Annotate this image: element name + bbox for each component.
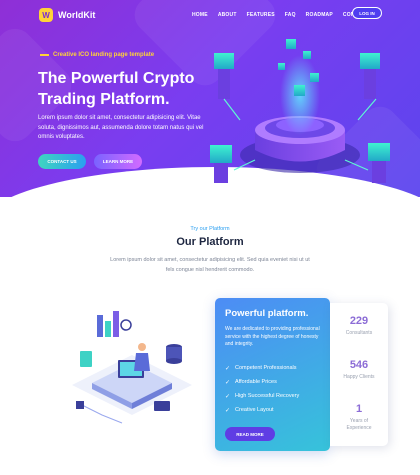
nav-item-features[interactable]: FEATURES (247, 12, 275, 18)
feature-list: ✓ Competent Professionals ✓ Affordable Pri… (225, 361, 299, 417)
top-navbar: W WorldKit HOME ABOUT FEATURES FAQ ROADM… (0, 6, 420, 24)
platform-card-description: We are dedicated to providing profession… (225, 326, 320, 347)
logo-icon: W (39, 8, 53, 22)
feature-label: High Successful Recovery (235, 393, 300, 399)
feature-label: Creative Layout (235, 407, 274, 413)
workspace-illustration (72, 311, 192, 424)
feature-label: Competent Professionals (235, 365, 297, 371)
stat-label: Consultants (345, 330, 373, 336)
contact-us-button[interactable]: CONTACT US (38, 154, 86, 169)
section-description: Lorem ipsum dolor sit amet, consectetur … (110, 257, 310, 273)
stat-value: 1 (355, 403, 363, 415)
check-icon: ✓ (225, 407, 231, 414)
tagline-text: Creative ICO landing page template (53, 52, 155, 58)
login-button[interactable]: LOG IN (352, 7, 382, 19)
list-item: ✓ Affordable Prices (225, 375, 299, 389)
list-item: ✓ Competent Professionals (225, 361, 299, 375)
platform-card-title: Powerful platform. (225, 308, 309, 319)
stat-label: Years of Experience (346, 418, 372, 431)
landing-page: W WorldKit HOME ABOUT FEATURES FAQ ROADM… (0, 0, 420, 475)
list-item: ✓ High Successful Recovery (225, 389, 299, 403)
tagline-dash (40, 54, 49, 56)
check-icon: ✓ (225, 393, 231, 400)
stat-years-experience: 1 Years of Experience (330, 403, 388, 431)
nav-item-roadmap[interactable]: ROADMAP (306, 12, 333, 18)
section-title: Our Platform (176, 236, 244, 248)
hero-tagline: Creative ICO landing page template (40, 52, 154, 58)
platform-card: Powerful platform. We are dedicated to p… (215, 298, 330, 451)
nav-item-faq[interactable]: FAQ (285, 12, 296, 18)
stat-consultants: 229 Consultants (330, 315, 388, 337)
hero-description: Lorem ipsum dolor sit amet, consectetur … (38, 115, 204, 140)
stat-value: 229 (349, 315, 369, 327)
stat-label: Happy Clients (343, 374, 375, 380)
read-more-button[interactable]: READ MORE (225, 427, 275, 441)
nav-menu: HOME ABOUT FEATURES FAQ ROADMAP CONTACT (192, 12, 368, 18)
stats-card: 229 Consultants 546 Happy Clients 1 Year… (330, 303, 388, 446)
nav-item-about[interactable]: ABOUT (218, 12, 237, 18)
learn-more-button[interactable]: LEARN MORE (94, 154, 142, 169)
feature-label: Affordable Prices (235, 379, 277, 385)
section-tag: Try our Platform (190, 226, 230, 232)
list-item: ✓ Creative Layout (225, 403, 299, 417)
crypto-platform-illustration (210, 39, 390, 183)
check-icon: ✓ (225, 365, 231, 372)
nav-item-home[interactable]: HOME (192, 12, 208, 18)
brand-logo[interactable]: W WorldKit (39, 8, 95, 22)
brand-name: WorldKit (58, 10, 96, 20)
hero-section: W WorldKit HOME ABOUT FEATURES FAQ ROADM… (0, 0, 420, 197)
stat-happy-clients: 546 Happy Clients (330, 359, 388, 381)
check-icon: ✓ (225, 379, 231, 386)
stat-value: 546 (349, 359, 369, 371)
